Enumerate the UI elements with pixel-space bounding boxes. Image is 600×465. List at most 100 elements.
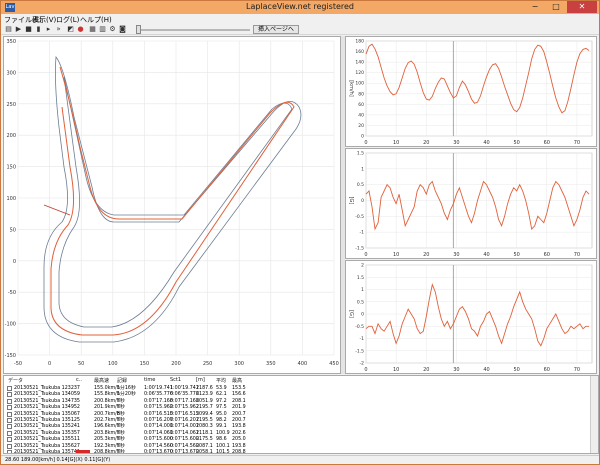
map-x-tick: -50 [14, 361, 22, 367]
insert-page-button[interactable]: 挿入ページへ [253, 25, 299, 34]
record-icon[interactable]: ● [76, 25, 85, 34]
map-y-tick: 50 [10, 227, 16, 233]
speed-icon[interactable]: » [54, 25, 63, 34]
map-y-tick: 350 [6, 39, 16, 45]
x-tick-label: 60 [544, 367, 550, 373]
row-checkbox[interactable] [7, 437, 12, 443]
longitudinal-g-chart-panel[interactable]: 0 10 20 30 40 50 60 70 2 1.5 1 0.5 0 -0.5 -1 -1.5 -2 [G] [345, 260, 597, 374]
y-tick-label: 80 [358, 91, 364, 97]
row-checkbox[interactable] [7, 398, 12, 404]
slider-thumb[interactable] [136, 25, 141, 34]
map-y-tick: 100 [6, 196, 16, 202]
camera-icon[interactable]: ◙ [118, 25, 127, 34]
col-data[interactable]: データ [8, 377, 23, 384]
x-tick-label: 50 [513, 367, 519, 373]
x-tick-label: 0 [364, 367, 367, 373]
col-top-speed[interactable]: 最高速 [94, 377, 109, 384]
y-tick-label: -1.5 [355, 348, 364, 354]
row-checkbox[interactable] [7, 430, 12, 436]
x-tick-label: 30 [453, 252, 459, 258]
x-tick-label: 20 [423, 252, 429, 258]
table-icon[interactable]: ▦ [88, 25, 97, 34]
table-scrollbar[interactable] [590, 376, 598, 453]
table-cell: 208.8km/h [94, 450, 120, 454]
y-tick-label: 0 [361, 134, 364, 140]
row-checkbox[interactable] [7, 392, 12, 398]
table-row[interactable]: 20130521_Tsukuba 135741 208.8km/h 7秒 0:07'1… [4, 449, 590, 454]
play-icon[interactable]: ▶ [14, 25, 23, 34]
title-bar[interactable]: Lav LaplaceView.net registered − □ ✕ [1, 1, 599, 14]
x-tick-label: 0 [364, 140, 367, 146]
pause-icon[interactable]: ▮ [34, 25, 43, 34]
y-tick-label: 40 [358, 112, 364, 118]
map-y-tick: -50 [8, 290, 16, 296]
settings-icon[interactable]: ⚙ [108, 25, 117, 34]
y-tick-label: -1 [360, 336, 365, 342]
lap-table: データ c.. 最高速 記録 time Sct1 [m] 平均 最高 20130… [3, 375, 599, 454]
map-x-tick: 200 [171, 361, 181, 367]
y-tick-label: 60 [358, 102, 364, 108]
playback-slider[interactable] [136, 25, 250, 34]
maximize-button[interactable]: □ [546, 1, 566, 13]
x-tick-label: 20 [423, 367, 429, 373]
col-time[interactable]: time [144, 377, 155, 383]
y-tick-label: 0.5 [357, 182, 364, 188]
open-file-icon[interactable]: ▤ [4, 25, 13, 34]
stop-icon[interactable]: ■ [24, 25, 33, 34]
driving-line [50, 66, 295, 336]
track-map: -50 0 50 100 150 200 250 300 350 400 450 350 300 250… [5, 39, 339, 367]
col-max[interactable]: 最高 [232, 377, 242, 384]
y-tick-label: 100 [355, 81, 364, 87]
lateral-g-chart-panel[interactable]: 0 10 20 30 40 50 60 70 1.5 1 0.5 0 -0.5 -1 -1.5 [G] [345, 148, 597, 259]
y-axis-label: [km/h] [348, 80, 354, 97]
y-tick-label: 120 [355, 70, 364, 76]
map-y-tick: -100 [5, 322, 16, 328]
map-x-tick: 0 [48, 361, 51, 367]
row-checkbox[interactable] [7, 405, 12, 411]
x-tick-label: 40 [483, 367, 489, 373]
row-checkbox[interactable] [7, 411, 12, 417]
row-checkbox[interactable] [7, 450, 12, 453]
row-checkbox[interactable] [7, 424, 12, 430]
x-tick-label: 10 [393, 140, 399, 146]
x-tick-label: 30 [453, 367, 459, 373]
longitudinal-g-chart: 0 10 20 30 40 50 60 70 2 1.5 1 0.5 0 -0.5 -1 -1.5 -2 [G] [348, 263, 593, 373]
toolbar: ▤ ▶ ■ ▮ ▸ » ◩ ● ▦ ▥ ⚙ ◙ 挿入ページへ [1, 24, 599, 35]
y-tick-label: -0.5 [355, 214, 364, 220]
table-cell: 20130521_Tsukuba 135741 [14, 450, 80, 454]
track-inner-edge [58, 76, 293, 328]
step-icon[interactable]: ▸ [44, 25, 53, 34]
speed-chart: 0 10 20 30 40 50 60 70 0 20 40 60 80 100 120 140 160 180 [… [348, 39, 593, 146]
col-average[interactable]: 平均 [216, 377, 226, 384]
y-tick-label: -2 [360, 361, 365, 367]
start-finish-line [43, 204, 71, 216]
table-cell: 7秒 [117, 450, 125, 454]
col-color[interactable]: c.. [76, 377, 82, 383]
col-sct1[interactable]: Sct1 [170, 377, 181, 383]
x-tick-label: 70 [574, 252, 580, 258]
y-tick-label: -1.5 [355, 246, 364, 252]
track-map-panel[interactable]: -50 0 50 100 150 200 250 300 350 400 450 350 300 250… [3, 36, 341, 374]
table-cell: 0:07'13.670 [170, 450, 199, 454]
col-distance[interactable]: [m] [196, 377, 205, 383]
menu-bar: ファイル(E) 表示(V) ログ(L) ヘルプ(H) [1, 14, 599, 24]
row-color-swatch [76, 450, 90, 453]
row-checkbox[interactable] [7, 386, 12, 391]
row-checkbox[interactable] [7, 418, 12, 423]
map-y-tick: -150 [5, 353, 16, 359]
x-tick-label: 60 [544, 140, 550, 146]
y-axis-label: [G] [348, 310, 354, 318]
speed-chart-panel[interactable]: 0 10 20 30 40 50 60 70 0 20 40 60 80 100 120 140 160 180 [… [345, 36, 597, 147]
y-tick-label: 180 [355, 39, 364, 45]
map-x-tick: 350 [266, 361, 276, 367]
map-icon[interactable]: ◩ [66, 25, 75, 34]
bookmark-icon[interactable]: ▥ [98, 25, 107, 34]
row-checkbox[interactable] [7, 443, 12, 449]
y-tick-label: -1 [360, 230, 365, 236]
map-x-tick: 150 [140, 361, 150, 367]
close-button[interactable]: ✕ [567, 1, 597, 13]
y-axis-label: [G] [348, 197, 354, 205]
minimize-button[interactable]: − [525, 1, 545, 13]
col-record[interactable]: 記録 [117, 377, 127, 384]
y-tick-label: 0.5 [357, 299, 364, 305]
